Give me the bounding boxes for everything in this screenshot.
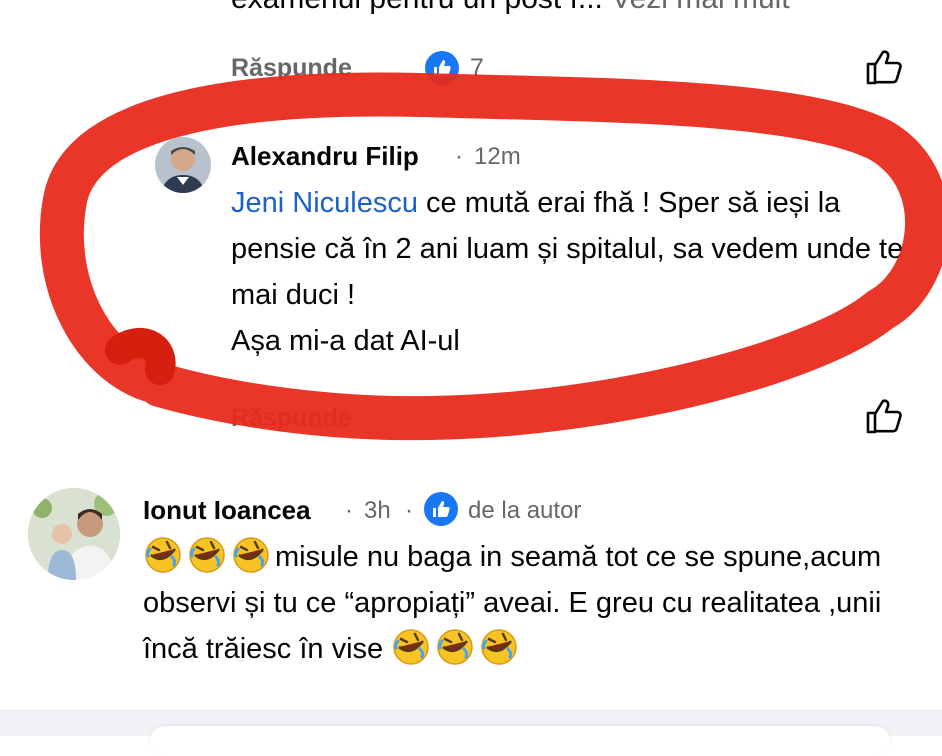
comment-body: Jeni Niculescu ce mută erai fhă ! Sper s… bbox=[231, 180, 911, 364]
comment-body: misule nu baga in seamă tot ce se spune,… bbox=[143, 534, 913, 672]
previous-comment-text: examenul pentru un post î... Vezi mai mu… bbox=[231, 0, 790, 16]
rofl-emoji-icon bbox=[435, 627, 475, 667]
comment-timestamp: 3h bbox=[364, 497, 391, 524]
rofl-emoji-icon bbox=[391, 627, 431, 667]
see-more-link[interactable]: Vezi mai mult bbox=[611, 0, 789, 15]
comment-text-last-line: Așa mi-a dat AI-ul bbox=[231, 325, 460, 357]
rofl-emoji-icon bbox=[479, 627, 519, 667]
comment-dot-separator: · bbox=[455, 143, 463, 170]
comment-input[interactable] bbox=[150, 726, 890, 756]
rofl-emoji-icon bbox=[143, 535, 183, 575]
previous-comment-snippet: examenul pentru un post î... bbox=[231, 0, 603, 15]
comment-timestamp: 12m bbox=[474, 143, 521, 170]
comment-author-name[interactable]: Ionut Ioancea bbox=[143, 495, 311, 526]
rofl-emoji-icon bbox=[187, 535, 227, 575]
reply-button[interactable]: Răspunde bbox=[231, 54, 352, 83]
comment-dot-separator: · bbox=[405, 497, 413, 524]
mention-link[interactable]: Jeni Niculescu bbox=[231, 187, 418, 219]
reply-button[interactable]: Răspunde bbox=[231, 404, 352, 433]
comment-author-name[interactable]: Alexandru Filip bbox=[231, 141, 419, 172]
like-reaction-icon bbox=[425, 51, 459, 85]
avatar-alexandru-filip[interactable] bbox=[155, 137, 211, 193]
reaction-count: 7 bbox=[470, 54, 484, 82]
comment-dot-separator: · bbox=[345, 497, 353, 524]
like-outline-icon[interactable] bbox=[864, 396, 906, 441]
author-badge-icon bbox=[424, 492, 458, 526]
rofl-emoji-icon bbox=[231, 535, 271, 575]
avatar-ionut-ioancea[interactable] bbox=[28, 488, 120, 580]
author-badge-label: de la autor bbox=[468, 497, 582, 524]
like-outline-icon[interactable] bbox=[864, 47, 906, 92]
